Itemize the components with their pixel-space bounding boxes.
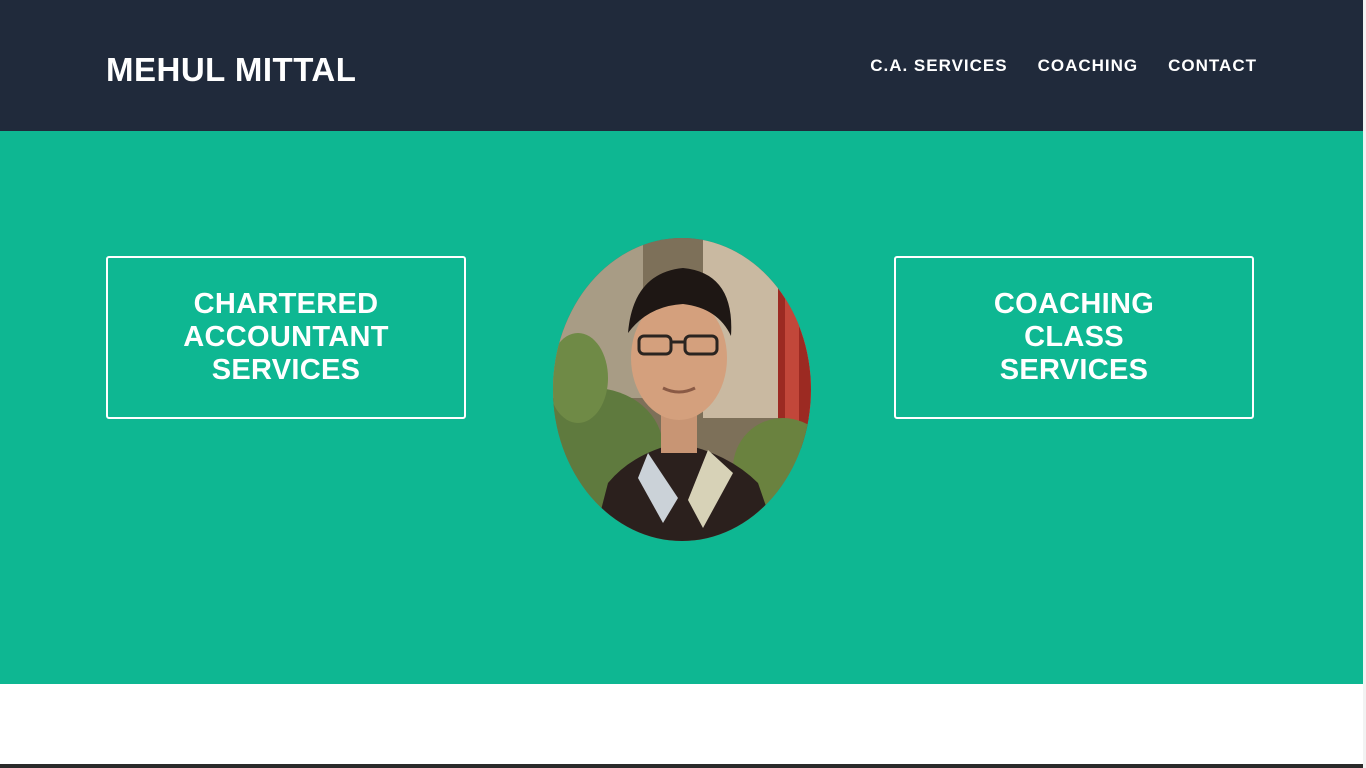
ca-services-card-label: CHARTERED ACCOUNTANT SERVICES <box>183 288 389 386</box>
nav-link-coaching[interactable]: COACHING <box>1038 54 1139 78</box>
nav-link-contact[interactable]: CONTACT <box>1168 54 1257 78</box>
profile-photo <box>553 238 811 541</box>
nav-link-ca-services[interactable]: C.A. SERVICES <box>870 54 1007 78</box>
coaching-services-card[interactable]: COACHING CLASS SERVICES <box>894 256 1254 419</box>
hero-section: CHARTERED ACCOUNTANT SERVICES COACHING C… <box>0 131 1366 684</box>
ca-services-card[interactable]: CHARTERED ACCOUNTANT SERVICES <box>106 256 466 419</box>
bottom-edge <box>0 764 1366 768</box>
main-nav: C.A. SERVICES COACHING CONTACT <box>870 54 1257 78</box>
profile-photo-illustration <box>553 238 811 541</box>
site-logo-text[interactable]: MEHUL MITTAL <box>106 50 356 90</box>
site-header: MEHUL MITTAL C.A. SERVICES COACHING CONT… <box>0 0 1366 131</box>
coaching-services-card-label: COACHING CLASS SERVICES <box>993 288 1155 386</box>
